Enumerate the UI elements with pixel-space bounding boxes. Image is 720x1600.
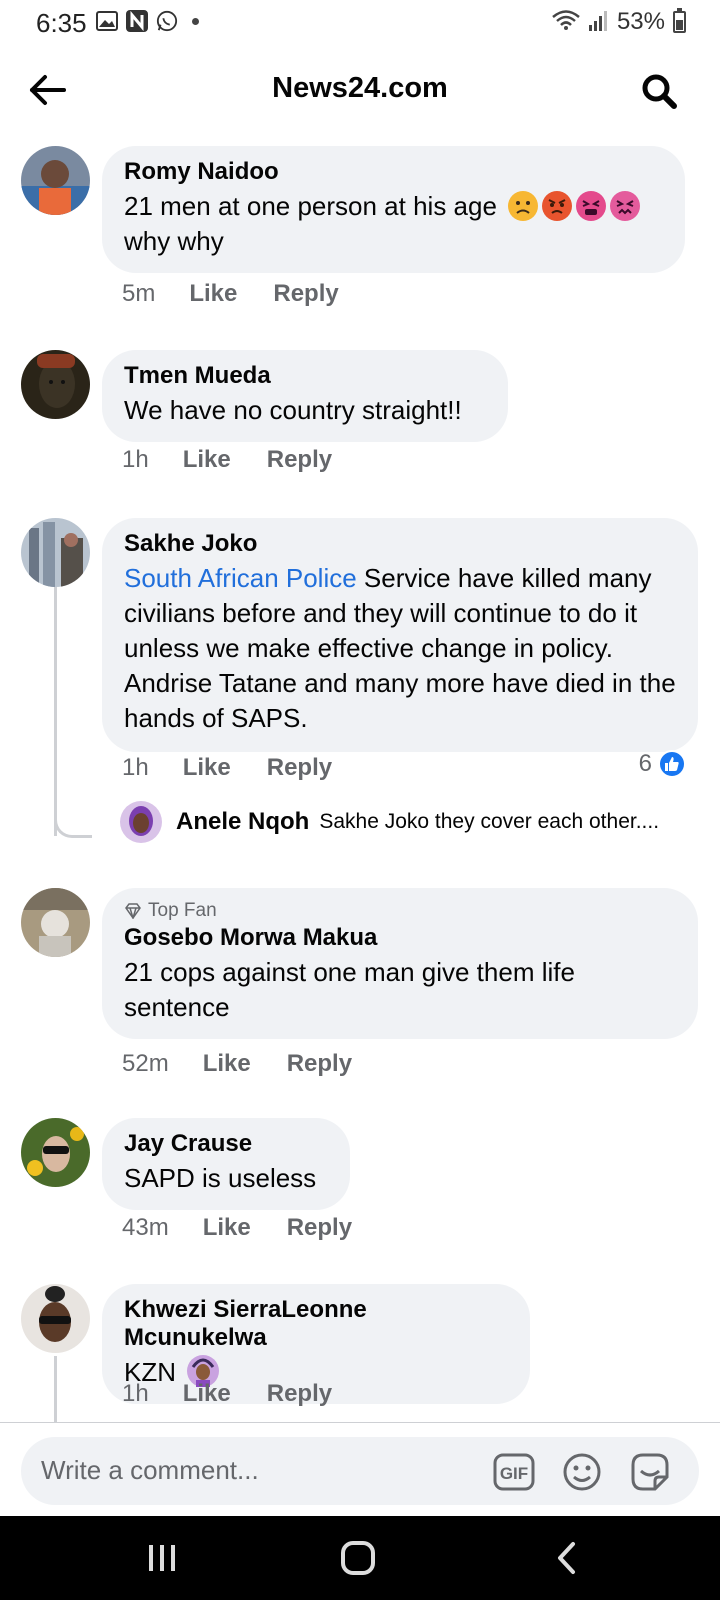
comment-time[interactable]: 5m — [122, 280, 155, 308]
svg-text:GIF: GIF — [500, 1464, 528, 1483]
top-app-bar: News24.com — [0, 58, 720, 122]
comment-bubble[interactable]: Romy Naidoo 21 men at one person at his … — [102, 146, 685, 273]
comment-text: SAPD is useless — [124, 1163, 317, 1193]
diamond-icon — [125, 903, 141, 919]
search-icon[interactable] — [638, 70, 680, 112]
comment-actions: 1h Like Reply — [122, 754, 368, 782]
back-nav-icon[interactable] — [546, 1538, 586, 1578]
comment-text-line2: why why — [124, 226, 224, 256]
status-bar: 6:35 53% — [0, 0, 720, 46]
comment-text: We have no country straight!! — [124, 395, 462, 425]
comment-time[interactable]: 52m — [122, 1050, 169, 1078]
like-button[interactable]: Like — [189, 280, 237, 308]
comment-bubble[interactable]: Top Fan Gosebo Morwa Makua 21 cops again… — [102, 888, 698, 1039]
reply-preview[interactable]: Anele Nqoh Sakhe Joko they cover each ot… — [120, 800, 659, 844]
avatar[interactable] — [21, 1118, 90, 1187]
frowning-face-emoji — [508, 191, 539, 221]
avatar[interactable] — [21, 350, 90, 419]
avatar[interactable] — [21, 1284, 90, 1353]
emoji-icon[interactable] — [561, 1451, 603, 1493]
comment-bubble[interactable]: Sakhe Joko South African Police Service … — [102, 518, 698, 752]
page-title: News24.com — [272, 72, 448, 104]
avatar[interactable] — [21, 888, 90, 957]
image-icon — [96, 10, 118, 32]
mention-link[interactable]: South African Police — [124, 563, 357, 593]
notification-icons — [96, 10, 199, 32]
comment-actions: 43m Like Reply — [122, 1214, 388, 1242]
reaction-summary[interactable]: 6 — [639, 750, 686, 778]
thread-line — [54, 586, 57, 836]
thread-line — [54, 1356, 57, 1422]
thread-curve — [54, 800, 92, 838]
comment-actions: 52m Like Reply — [122, 1050, 388, 1078]
comment-text-line1: 21 men at one person at his age — [124, 191, 497, 221]
comment-time[interactable]: 43m — [122, 1214, 169, 1242]
comment-text: 21 men at one person at his age why why — [124, 189, 663, 259]
avatar[interactable] — [21, 518, 90, 587]
reply-button[interactable]: Reply — [273, 280, 338, 308]
reply-button[interactable]: Reply — [287, 1214, 352, 1242]
reply-button[interactable]: Reply — [267, 1380, 332, 1408]
comment-actions: 1h Like Reply — [122, 446, 368, 474]
status-time: 6:35 — [36, 8, 87, 38]
system-navigation-bar — [0, 1516, 720, 1600]
comment-author[interactable]: Gosebo Morwa Makua — [124, 924, 676, 952]
comment-time[interactable]: 1h — [122, 446, 149, 474]
battery-percent: 53% — [616, 8, 665, 35]
like-button[interactable]: Like — [203, 1214, 251, 1242]
comment-author[interactable]: Jay Crause — [124, 1130, 328, 1158]
dot-icon — [192, 17, 199, 25]
comment-text: 21 cops against one man give them life s… — [124, 957, 575, 1022]
comment-actions: 1h Like Reply — [122, 1380, 368, 1408]
confounded-face-emoji — [610, 191, 641, 221]
reply-button[interactable]: Reply — [267, 446, 332, 474]
comment-author[interactable]: Romy Naidoo — [124, 158, 663, 186]
recent-apps-icon[interactable] — [142, 1538, 182, 1578]
avatar[interactable] — [21, 146, 90, 215]
reply-button[interactable]: Reply — [267, 754, 332, 782]
signal-icon — [588, 9, 609, 36]
composer-box[interactable]: GIF — [21, 1437, 699, 1505]
comment-input[interactable] — [41, 1455, 461, 1486]
reply-author[interactable]: Anele Nqoh — [176, 808, 309, 836]
reply-button[interactable]: Reply — [287, 1050, 352, 1078]
battery-icon — [673, 8, 686, 33]
system-status: 53% — [551, 8, 686, 36]
like-button[interactable]: Like — [183, 1380, 231, 1408]
comment-bubble[interactable]: Jay Crause SAPD is useless — [102, 1118, 350, 1210]
tired-face-emoji — [576, 191, 607, 221]
sticker-icon[interactable] — [629, 1451, 671, 1493]
comment-author[interactable]: Sakhe Joko — [124, 530, 676, 558]
reply-text: Sakhe Joko they cover each other.... — [319, 810, 660, 833]
comment-text: South African Police Service have killed… — [124, 561, 676, 736]
top-fan-label: Top Fan — [148, 900, 217, 921]
angry-face-emoji — [542, 191, 573, 221]
like-button[interactable]: Like — [183, 446, 231, 474]
like-button[interactable]: Like — [203, 1050, 251, 1078]
whatsapp-icon — [156, 10, 178, 32]
comment-composer: GIF — [0, 1422, 720, 1516]
wifi-icon — [551, 9, 581, 36]
top-fan-badge: Top Fan — [124, 900, 676, 922]
comment-time[interactable]: 1h — [122, 1380, 149, 1408]
comment-actions: 5m Like Reply — [122, 280, 375, 308]
comment-author[interactable]: Khwezi SierraLeonne Mcunukelwa — [124, 1296, 508, 1352]
comment-time[interactable]: 1h — [122, 754, 149, 782]
like-reaction-icon — [658, 750, 686, 778]
comment-bubble[interactable]: Tmen Mueda We have no country straight!! — [102, 350, 508, 442]
home-icon[interactable] — [338, 1538, 378, 1578]
like-button[interactable]: Like — [183, 754, 231, 782]
avatar[interactable] — [120, 801, 162, 843]
comment-author[interactable]: Tmen Mueda — [124, 362, 486, 390]
gif-icon[interactable]: GIF — [493, 1451, 535, 1493]
reaction-count: 6 — [638, 750, 652, 777]
n-app-icon — [126, 10, 148, 32]
